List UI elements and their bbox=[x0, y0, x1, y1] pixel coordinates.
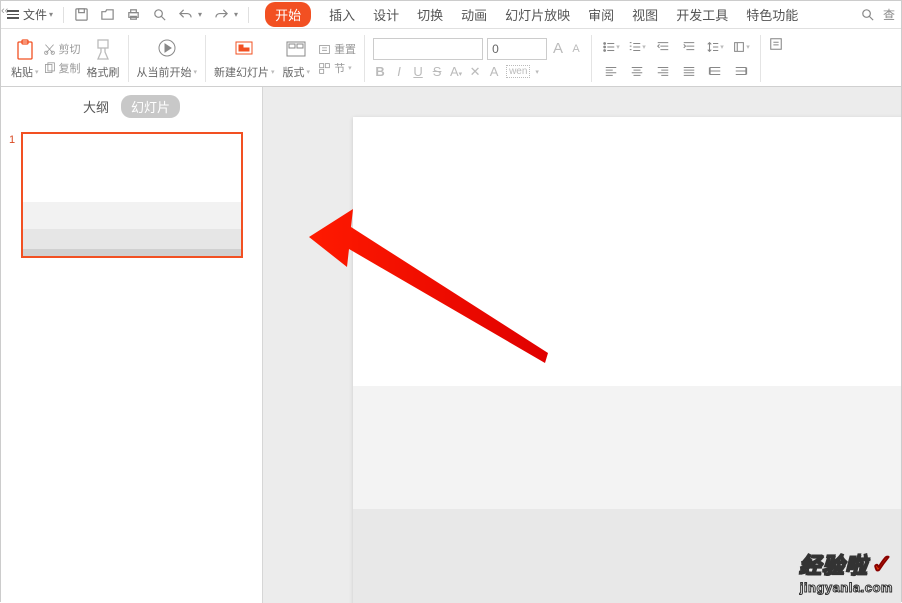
menu-bar: 文件 ▾ ▾ ▾ 开始 插入 设计 切换 动画 幻灯片放映 审阅 视图 开发工具… bbox=[1, 1, 901, 29]
tab-features[interactable]: 特色功能 bbox=[746, 5, 798, 24]
file-dropdown-icon[interactable]: ▾ bbox=[49, 10, 53, 19]
ribbon-tabs: 开始 插入 设计 切换 动画 幻灯片放映 审阅 视图 开发工具 特色功能 bbox=[265, 2, 798, 27]
tab-design[interactable]: 设计 bbox=[373, 5, 399, 24]
numbering-button[interactable]: ▾ bbox=[626, 36, 648, 58]
format-painter-icon[interactable] bbox=[91, 38, 115, 62]
font-family-select[interactable] bbox=[373, 38, 483, 60]
print-icon[interactable] bbox=[120, 2, 146, 28]
text-direction-button[interactable]: ▾ bbox=[730, 36, 752, 58]
slide-panel: ‹‹ 大纲 幻灯片 1 bbox=[1, 87, 263, 603]
tab-start[interactable]: 开始 bbox=[265, 2, 311, 27]
watermark: 经验啦 ✓ jingyanla.com bbox=[799, 548, 893, 595]
search-icon[interactable] bbox=[855, 2, 881, 28]
tab-devtools[interactable]: 开发工具 bbox=[676, 5, 728, 24]
align-justify-button[interactable] bbox=[678, 60, 700, 82]
section-button[interactable]: 节▾ bbox=[318, 60, 356, 76]
underline-button[interactable]: U bbox=[411, 64, 425, 79]
file-menu[interactable]: 文件 bbox=[23, 6, 47, 23]
font-color-button[interactable]: A▾ bbox=[449, 64, 463, 79]
slide-number: 1 bbox=[9, 134, 15, 146]
reset-button[interactable]: 重置 bbox=[318, 41, 356, 57]
undo-icon[interactable] bbox=[172, 2, 198, 28]
tab-insert[interactable]: 插入 bbox=[329, 5, 355, 24]
cut-button[interactable]: 剪切 bbox=[43, 41, 81, 57]
tab-review[interactable]: 审阅 bbox=[588, 5, 614, 24]
align-left-button[interactable] bbox=[600, 60, 622, 82]
new-slide-button[interactable]: 新建幻灯片▾ bbox=[214, 64, 275, 80]
copy-button[interactable]: 复制 bbox=[43, 60, 81, 76]
open-icon[interactable] bbox=[94, 2, 120, 28]
paragraph-group: ▾ ▾ ▾ ▾ bbox=[600, 36, 752, 82]
slides-tab[interactable]: 幻灯片 bbox=[121, 95, 180, 118]
clear-format-button[interactable]: ✕ bbox=[468, 64, 482, 80]
from-current-button[interactable]: 从当前开始▾ bbox=[137, 64, 198, 80]
save-icon[interactable] bbox=[68, 2, 94, 28]
indent-left-button[interactable] bbox=[704, 60, 726, 82]
redo-icon[interactable] bbox=[208, 2, 234, 28]
play-icon[interactable] bbox=[155, 38, 179, 62]
superscript-button[interactable]: A bbox=[487, 64, 501, 79]
font-size-select[interactable]: 0 bbox=[487, 38, 547, 60]
tab-animation[interactable]: 动画 bbox=[461, 5, 487, 24]
indent-right-button[interactable] bbox=[730, 60, 752, 82]
tab-view[interactable]: 视图 bbox=[632, 5, 658, 24]
paste-icon[interactable] bbox=[13, 38, 37, 62]
tab-slideshow[interactable]: 幻灯片放映 bbox=[505, 5, 570, 24]
slide-canvas[interactable] bbox=[263, 87, 901, 603]
decrease-font-icon[interactable]: A bbox=[569, 43, 583, 55]
slide-thumbnail[interactable] bbox=[21, 132, 243, 258]
outline-tab[interactable]: 大纲 bbox=[83, 97, 109, 116]
layout-button[interactable]: 版式▾ bbox=[283, 64, 311, 80]
line-spacing-button[interactable]: ▾ bbox=[704, 36, 726, 58]
tab-transition[interactable]: 切换 bbox=[417, 5, 443, 24]
increase-font-icon[interactable]: A bbox=[551, 40, 565, 57]
menu-hamburger-icon[interactable] bbox=[7, 10, 19, 19]
preview-icon[interactable] bbox=[146, 2, 172, 28]
collapse-panel-icon[interactable]: ‹‹ bbox=[1, 5, 8, 17]
align-right-button[interactable] bbox=[652, 60, 674, 82]
decrease-indent-button[interactable] bbox=[652, 36, 674, 58]
ribbon: 粘贴▾ 剪切 复制 格式刷 从当前开始▾ 新建幻灯片▾ 版式▾ 重置 节▾ bbox=[1, 29, 901, 87]
new-slide-icon[interactable] bbox=[232, 38, 256, 62]
slide[interactable] bbox=[353, 117, 901, 603]
layout-icon[interactable] bbox=[284, 38, 308, 62]
increase-indent-button[interactable] bbox=[678, 36, 700, 58]
align-center-button[interactable] bbox=[626, 60, 648, 82]
strike-button[interactable]: S bbox=[430, 64, 444, 79]
bullets-button[interactable]: ▾ bbox=[600, 36, 622, 58]
paste-button[interactable]: 粘贴▾ bbox=[11, 64, 39, 80]
italic-button[interactable]: I bbox=[392, 64, 406, 79]
slide-thumb-row: 1 bbox=[9, 132, 254, 258]
search-label: 查 bbox=[883, 6, 895, 23]
text-align-vertical-button[interactable] bbox=[769, 37, 783, 51]
format-painter-button[interactable]: 格式刷 bbox=[87, 64, 120, 80]
bold-button[interactable]: B bbox=[373, 64, 387, 79]
phonetic-button[interactable]: wen bbox=[506, 65, 530, 78]
